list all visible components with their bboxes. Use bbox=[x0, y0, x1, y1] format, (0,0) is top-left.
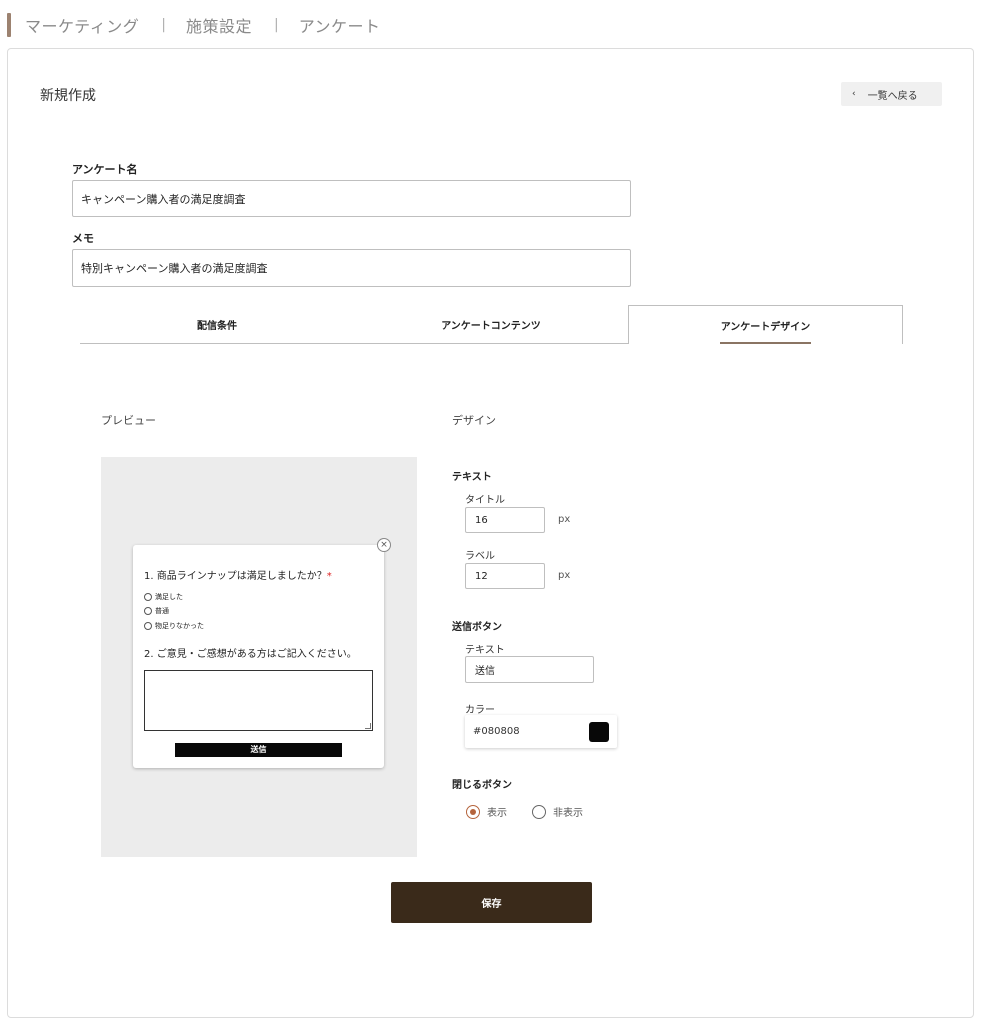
preview-option-label: 満足した bbox=[155, 593, 183, 601]
tab-survey-design[interactable]: アンケートデザイン bbox=[628, 305, 903, 344]
close-button-show-label: 表示 bbox=[487, 808, 507, 819]
survey-name-label: アンケート名 bbox=[72, 163, 138, 176]
chevron-left-icon: ‹ bbox=[852, 89, 856, 99]
preview-option[interactable]: 物足りなかった bbox=[144, 621, 204, 631]
breadcrumb-item-survey: アンケート bbox=[298, 17, 381, 36]
title-size-input[interactable] bbox=[465, 507, 545, 533]
radio-unchecked-icon bbox=[532, 804, 546, 819]
title-size-label: タイトル bbox=[465, 495, 505, 506]
submit-group-label: 送信ボタン bbox=[452, 622, 502, 633]
save-button[interactable]: 保存 bbox=[391, 882, 592, 923]
tab-active-indicator bbox=[720, 342, 811, 344]
design-section-label: デザイン bbox=[452, 414, 496, 427]
survey-preview-modal: × 1. 商品ラインナップは満足しましたか？* 満足した 普通 物足りなかった … bbox=[133, 538, 391, 768]
page-title: 新規作成 bbox=[40, 88, 96, 104]
preview-option-label: 物足りなかった bbox=[155, 622, 204, 630]
radio-icon bbox=[144, 622, 152, 630]
preview-submit-button[interactable]: 送信 bbox=[175, 743, 342, 757]
color-label: カラー bbox=[465, 705, 495, 716]
breadcrumb-item-marketing[interactable]: マーケティング bbox=[25, 13, 139, 37]
color-picker-field[interactable]: #080808 bbox=[465, 715, 617, 748]
submit-text-input[interactable] bbox=[465, 656, 594, 683]
tab-bar: 配信条件 アンケートコンテンツ アンケートデザイン bbox=[80, 305, 903, 344]
close-button-group-label: 閉じるボタン bbox=[452, 780, 512, 791]
memo-input[interactable] bbox=[72, 249, 631, 287]
tab-delivery-conditions-label: 配信条件 bbox=[197, 321, 237, 332]
breadcrumb-item-campaign-settings[interactable]: 施策設定 bbox=[186, 13, 252, 37]
color-hex-value: #080808 bbox=[473, 726, 520, 737]
title-size-unit: px bbox=[558, 514, 571, 525]
tab-delivery-conditions[interactable]: 配信条件 bbox=[80, 305, 354, 344]
survey-name-input[interactable] bbox=[72, 180, 631, 217]
radio-checked-icon bbox=[466, 804, 480, 819]
tab-survey-design-label: アンケートデザイン bbox=[720, 321, 811, 333]
tab-survey-contents[interactable]: アンケートコンテンツ bbox=[354, 305, 628, 344]
close-button-hide-option[interactable]: 非表示 bbox=[532, 804, 583, 819]
breadcrumb-accent-bar bbox=[7, 13, 11, 37]
preview-option[interactable]: 普通 bbox=[144, 606, 169, 616]
tab-survey-contents-label: アンケートコンテンツ bbox=[441, 321, 541, 332]
memo-label: メモ bbox=[72, 232, 94, 245]
radio-icon bbox=[144, 607, 152, 615]
preview-section-label: プレビュー bbox=[101, 414, 156, 427]
back-to-list-label: 一覧へ戻る bbox=[867, 90, 918, 102]
breadcrumb: マーケティング | 施策設定 | アンケート bbox=[7, 13, 381, 37]
breadcrumb-separator: | bbox=[273, 17, 279, 33]
preview-question-2: 2. ご意見・ご感想がある方はご記入ください。 bbox=[144, 649, 357, 660]
preview-option[interactable]: 満足した bbox=[144, 592, 183, 602]
label-size-input[interactable] bbox=[465, 563, 545, 589]
preview-area: × 1. 商品ラインナップは満足しましたか？* 満足した 普通 物足りなかった … bbox=[101, 457, 417, 857]
preview-question-1-text: 1. 商品ラインナップは満足しましたか？ bbox=[144, 571, 327, 582]
label-size-unit: px bbox=[558, 570, 571, 581]
main-card: 新規作成 ‹ 一覧へ戻る アンケート名 メモ 配信条件 アンケートコンテンツ ア… bbox=[7, 48, 974, 1018]
preview-question-1: 1. 商品ラインナップは満足しましたか？* bbox=[144, 567, 332, 582]
preview-comment-textarea[interactable] bbox=[144, 670, 373, 731]
close-button-hide-label: 非表示 bbox=[553, 808, 583, 819]
text-group-label: テキスト bbox=[452, 472, 492, 483]
color-swatch[interactable] bbox=[589, 722, 609, 742]
submit-text-label: テキスト bbox=[465, 645, 505, 656]
back-to-list-button[interactable]: ‹ 一覧へ戻る bbox=[841, 82, 942, 106]
resize-grip-icon bbox=[365, 723, 371, 729]
close-button-show-option[interactable]: 表示 bbox=[466, 804, 507, 819]
label-size-label: ラベル bbox=[465, 551, 495, 562]
preview-option-label: 普通 bbox=[155, 607, 169, 615]
required-mark: * bbox=[326, 571, 332, 582]
breadcrumb-separator: | bbox=[161, 17, 166, 33]
radio-icon bbox=[144, 593, 152, 601]
close-icon[interactable]: × bbox=[377, 538, 391, 552]
